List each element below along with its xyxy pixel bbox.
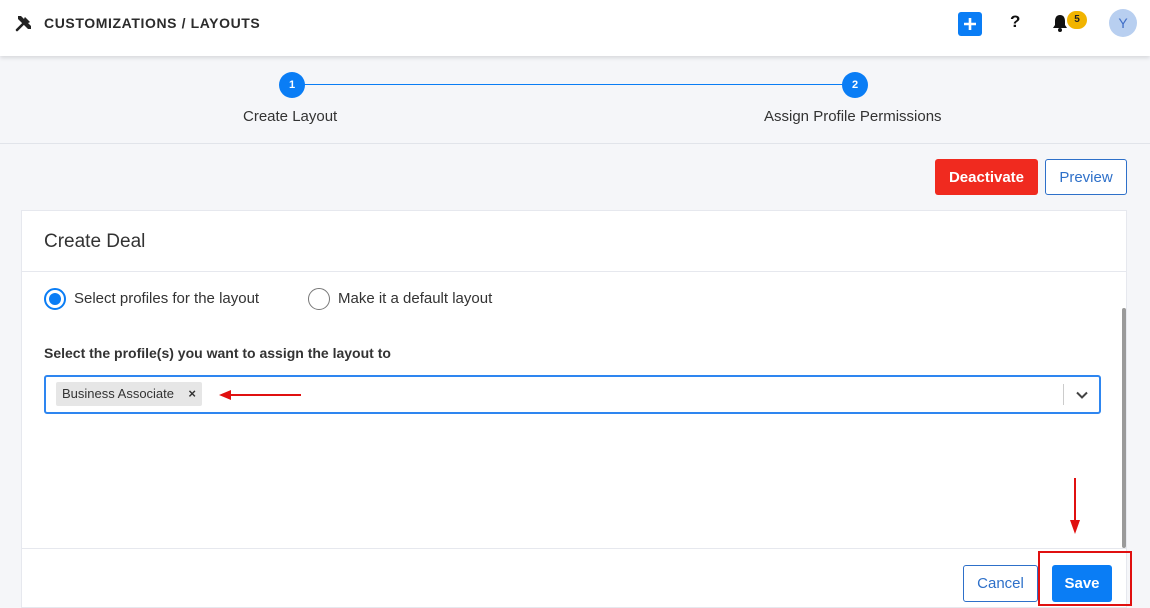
radio-unselected[interactable] <box>308 288 330 310</box>
chevron-down-icon[interactable] <box>1075 388 1089 402</box>
layout-stepper: 1 2 Create Layout Assign Profile Permiss… <box>0 56 1150 144</box>
stepper-line <box>292 84 855 85</box>
option-label: Select profiles for the layout <box>74 290 260 307</box>
option-label: Make it a default layout <box>338 290 493 307</box>
profiles-multiselect[interactable]: Business Associate × <box>44 375 1101 414</box>
page-title: CUSTOMIZATIONS / LAYOUTS <box>44 15 261 31</box>
panel-footer-divider <box>22 548 1126 549</box>
chip-label: Business Associate <box>62 386 175 401</box>
user-avatar[interactable]: Y <box>1109 9 1137 37</box>
select-separator <box>1063 384 1064 405</box>
chip-remove-icon[interactable]: × <box>188 382 196 406</box>
deactivate-button[interactable]: Deactivate <box>935 159 1038 195</box>
add-button[interactable] <box>958 12 982 36</box>
plus-icon <box>964 18 976 30</box>
step-2-indicator[interactable]: 2 <box>842 72 868 98</box>
layout-panel: Create Deal Select profiles for the layo… <box>21 210 1127 608</box>
notification-badge: 5 <box>1067 11 1087 29</box>
step-2-label: Assign Profile Permissions <box>764 108 942 125</box>
profile-chip: Business Associate × <box>56 382 203 406</box>
radio-selected[interactable] <box>44 288 66 310</box>
preview-button[interactable]: Preview <box>1045 159 1127 195</box>
annotation-highlight-box <box>1038 551 1132 606</box>
annotation-arrow-down-icon <box>1070 478 1080 534</box>
annotation-arrow-left-icon <box>219 390 301 400</box>
panel-title: Create Deal <box>44 231 146 252</box>
cancel-button[interactable]: Cancel <box>963 565 1038 602</box>
profiles-field-label: Select the profile(s) you want to assign… <box>44 345 391 361</box>
top-header: CUSTOMIZATIONS / LAYOUTS ? 5 Y <box>0 0 1150 56</box>
tools-icon <box>15 16 31 32</box>
divider <box>22 271 1126 272</box>
scrollbar[interactable] <box>1122 308 1126 548</box>
help-icon[interactable]: ? <box>1010 12 1020 32</box>
step-1-label: Create Layout <box>243 108 338 125</box>
step-1-indicator[interactable]: 1 <box>279 72 305 98</box>
